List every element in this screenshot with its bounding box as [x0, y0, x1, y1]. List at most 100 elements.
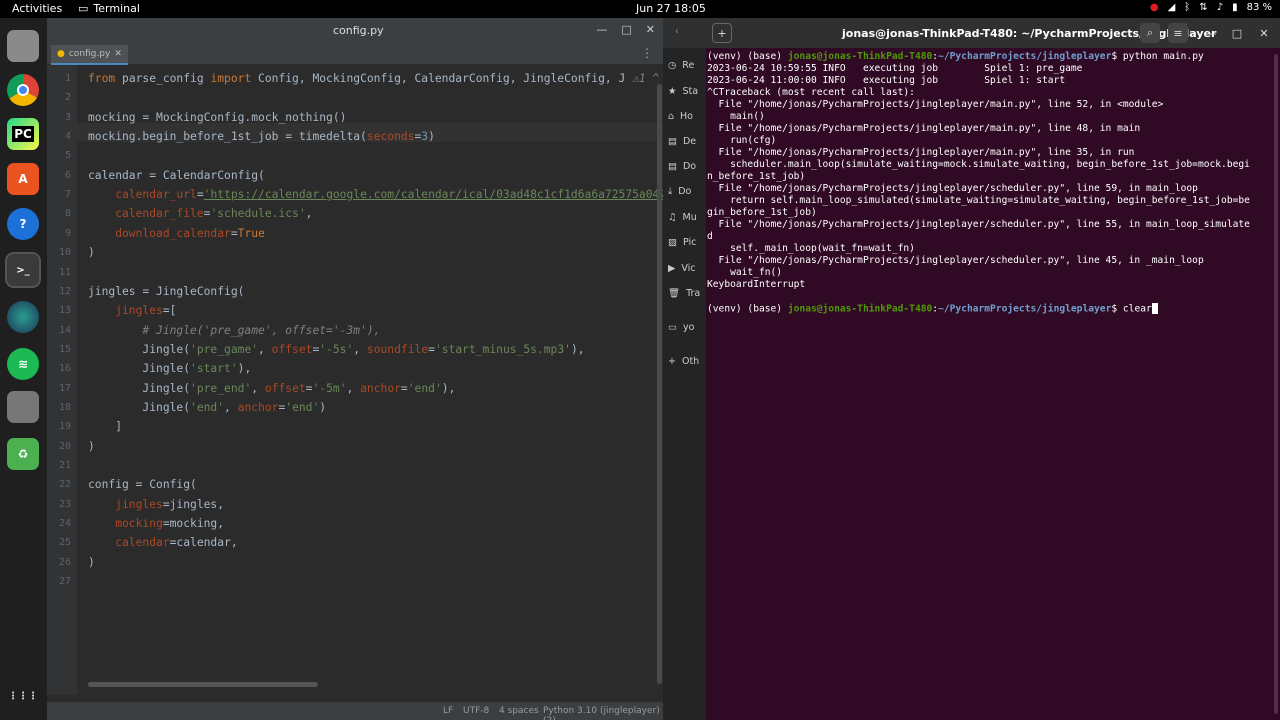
sidebar-item[interactable]: 🗑 Tra	[668, 288, 700, 299]
terminal-text: ^CTraceback (most recent call last):	[707, 87, 915, 98]
new-tab-icon[interactable]: +	[712, 23, 732, 43]
code-line[interactable]: # Jingle('pre_game', offset='-3m'),	[88, 324, 380, 337]
code-line[interactable]: calendar=calendar,	[88, 536, 237, 549]
code-line[interactable]: mocking = MockingConfig.mock_nothing()	[88, 111, 346, 124]
home-icon: ⌂	[668, 111, 675, 122]
code-area[interactable]: from parse_config import Config, Mocking…	[88, 65, 663, 695]
search-icon[interactable]: ⌕	[1140, 23, 1160, 43]
drive-app-icon[interactable]	[7, 391, 39, 423]
code-line[interactable]: jingles=jingles,	[88, 498, 224, 511]
code-line[interactable]: )	[88, 246, 95, 259]
code-token: Config, MockingConfig, CalendarConfig, J…	[258, 72, 626, 85]
horizontal-scrollbar[interactable]	[88, 682, 318, 687]
code-line[interactable]: )	[88, 440, 95, 453]
code-line[interactable]: Jingle('pre_end', offset='-5m', anchor='…	[88, 382, 455, 395]
code-token: ,	[353, 342, 367, 356]
sidebar-item[interactable]: ♫ Mu	[668, 212, 697, 223]
clock[interactable]: Jun 27 18:05	[636, 2, 706, 15]
minimize-icon[interactable]: —	[596, 23, 607, 36]
sidebar-item[interactable]: ▶ Vic	[668, 263, 695, 274]
code-line[interactable]: ]	[88, 420, 122, 433]
show-apps-label: ⋮⋮⋮	[8, 690, 38, 702]
sidebar-item[interactable]: + Oth	[668, 356, 699, 367]
tab-close-icon[interactable]: ✕	[114, 49, 122, 59]
terminal-line: KeyboardInterrupt	[707, 279, 805, 290]
terminal-line: run(cfg)	[707, 135, 776, 146]
menu-icon[interactable]: ≡	[1168, 23, 1188, 43]
close-icon[interactable]: ✕	[1254, 23, 1274, 43]
line-separator[interactable]: LF	[443, 706, 453, 716]
code-token: offset	[271, 342, 313, 356]
trash-app-icon[interactable]: ♻	[7, 438, 39, 470]
terminal-window[interactable]: + jonas@jonas-ThinkPad-T480: ~/PycharmPr…	[706, 18, 1280, 720]
code-token: parse_config	[122, 72, 211, 85]
code-line[interactable]: Jingle('pre_game', offset = '-5s', soundfi…	[88, 342, 584, 356]
interpreter[interactable]: Python 3.10 (jingleplayer) (2)	[543, 706, 663, 720]
code-line[interactable]: Jingle('start'),	[88, 362, 251, 375]
code-line[interactable]: download_calendar=True	[88, 227, 265, 240]
maximize-icon[interactable]: □	[621, 23, 631, 36]
sidebar-item[interactable]: ⌂ Ho	[668, 111, 693, 122]
terminal-app-icon[interactable]: >_	[5, 252, 41, 288]
sidebar-item[interactable]: ▤ De	[668, 136, 696, 147]
code-line[interactable]: calendar_url='https://calendar.google.co…	[88, 188, 663, 201]
sidebar-item[interactable]: ◷ Re	[668, 60, 694, 71]
code-line[interactable]: Jingle('end', anchor='end')	[88, 401, 326, 414]
software-app-icon[interactable]: A	[7, 163, 39, 195]
chrome-app-icon[interactable]	[7, 74, 39, 106]
terminal-scrollbar[interactable]	[1274, 54, 1278, 714]
vertical-scrollbar[interactable]	[657, 84, 662, 684]
terminal-text: d	[707, 231, 713, 242]
code-token: ,	[251, 381, 265, 395]
code-line[interactable]: mocking.begin_before_1st_job = timedelta…	[88, 130, 435, 143]
minimize-icon[interactable]: —	[1201, 23, 1221, 43]
battery-icon[interactable]: ▮	[1232, 2, 1238, 13]
sidebar-item[interactable]: ⤓ Do	[668, 186, 691, 197]
code-line[interactable]: from parse_config import Config, Mocking…	[88, 72, 663, 85]
terminal-line: main()	[707, 111, 765, 122]
code-token: 'end'	[190, 400, 225, 414]
sidebar-item[interactable]: ▭ yo	[668, 322, 694, 333]
bluetooth-icon[interactable]: ᛒ	[1184, 2, 1190, 13]
encoding[interactable]: UTF-8	[463, 706, 489, 716]
code-line[interactable]: calendar_file='schedule.ics',	[88, 207, 312, 220]
globe-app-icon[interactable]	[7, 301, 39, 333]
files-app-icon[interactable]	[7, 30, 39, 62]
code-line[interactable]: config = Config(	[88, 478, 197, 491]
sidebar-item[interactable]: ▨ Pic	[668, 237, 696, 248]
show-apps-icon[interactable]: ⋮⋮⋮	[7, 680, 39, 712]
code-line[interactable]: )	[88, 556, 95, 569]
code-token: import	[210, 72, 259, 85]
code-line[interactable]: mocking=mocking,	[88, 517, 224, 530]
back-icon[interactable]: ‹	[675, 26, 679, 37]
code-token: )	[88, 555, 95, 569]
sidebar-item[interactable]: ▤ Do	[668, 161, 696, 172]
code-token: 'start'	[190, 362, 238, 376]
volume-icon[interactable]: ♪	[1217, 2, 1223, 13]
line-number: 19	[58, 421, 71, 433]
more-icon[interactable]: ⋮	[641, 46, 653, 60]
code-token: =	[400, 381, 408, 395]
system-tray[interactable]: ● ◢ ᛒ ⇅ ♪ ▮ 83 %	[1150, 2, 1272, 13]
record-icon[interactable]: ●	[1150, 2, 1159, 13]
close-icon[interactable]: ✕	[646, 23, 655, 36]
spotify-app-icon[interactable]: ≋	[7, 348, 39, 380]
app-menu[interactable]: ▭ Terminal	[78, 2, 140, 15]
code-token: True	[237, 226, 265, 240]
code-line[interactable]: calendar = CalendarConfig(	[88, 169, 265, 182]
network-icon[interactable]: ⇅	[1199, 2, 1207, 13]
sidebar-item[interactable]: ★ Sta	[668, 86, 698, 97]
code-token: 'end'	[407, 381, 442, 395]
code-line[interactable]: jingles=[	[88, 304, 176, 317]
wifi-icon[interactable]: ◢	[1168, 2, 1176, 13]
maximize-icon[interactable]: □	[1227, 23, 1247, 43]
indent-setting[interactable]: 4 spaces	[499, 706, 539, 716]
code-line[interactable]: jingles = JingleConfig(	[88, 285, 244, 298]
tab-config-py[interactable]: ● config.py ✕	[51, 45, 128, 65]
code-token: =	[428, 342, 435, 356]
help-app-icon[interactable]: ?	[7, 208, 39, 240]
code-token: =[	[162, 304, 177, 318]
terminal-text: 2023-06-24 10:59:55 INFO executing job S…	[707, 63, 1083, 74]
pycharm-app-icon[interactable]: PC	[7, 118, 39, 150]
activities-button[interactable]: Activities	[12, 2, 62, 15]
